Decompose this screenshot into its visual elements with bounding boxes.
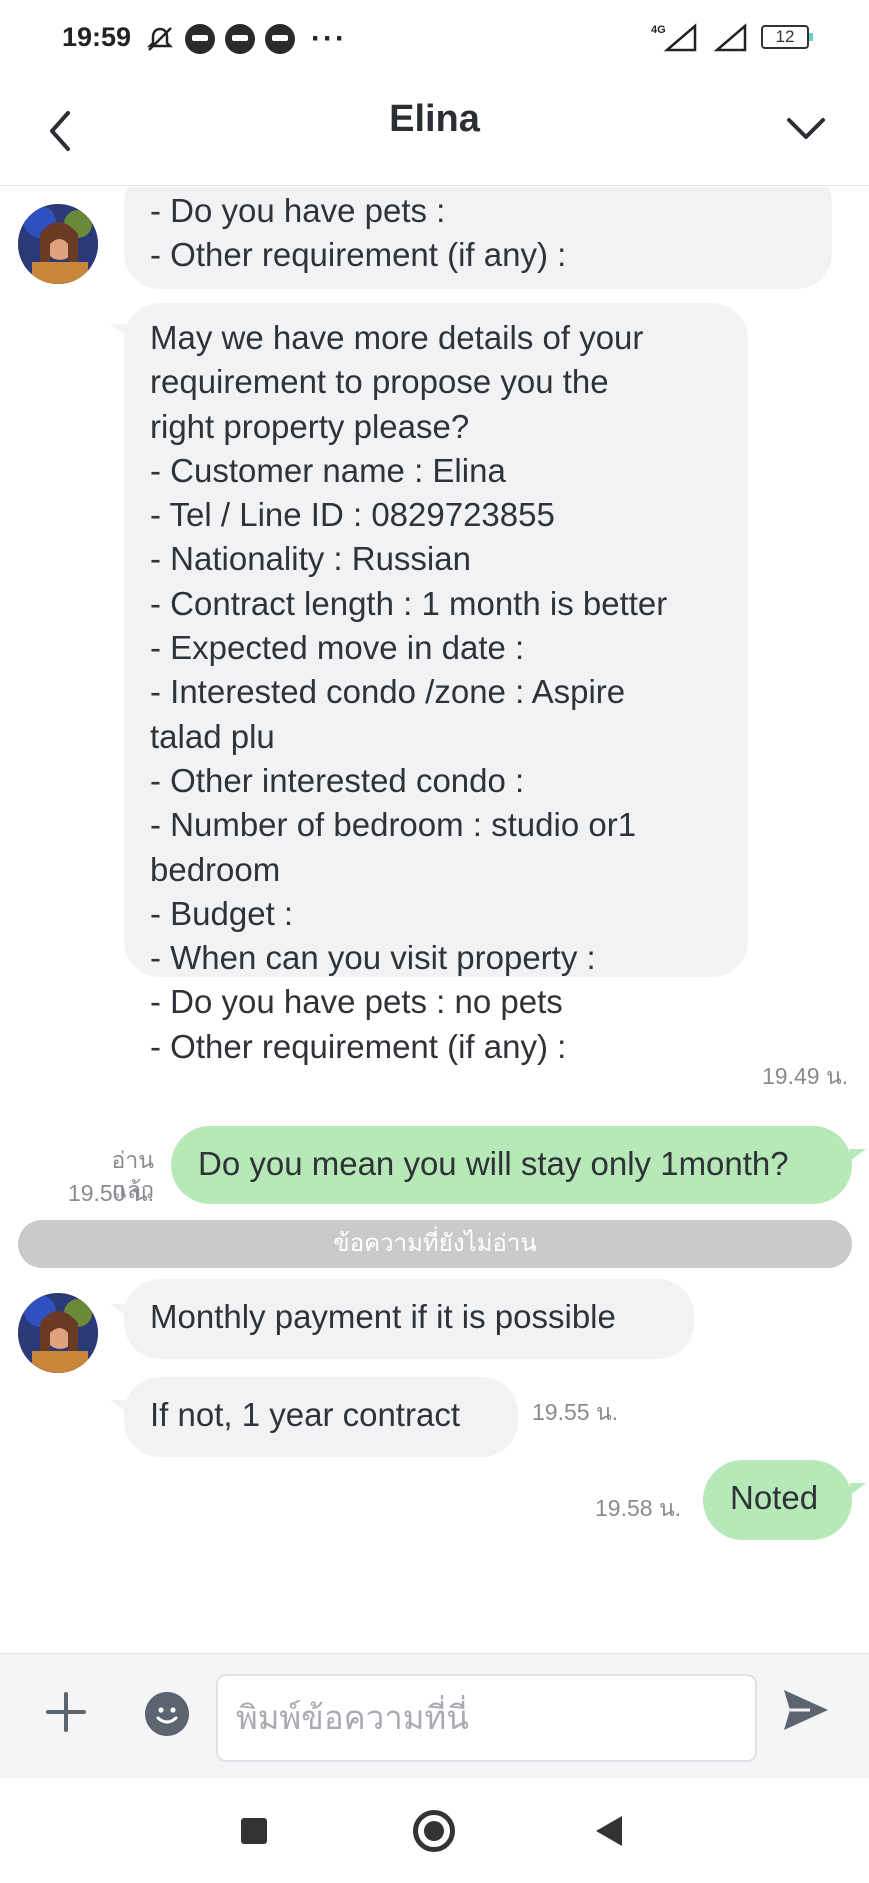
message-timestamp: 19.49 น. (762, 1063, 849, 1089)
message-composer (0, 1653, 869, 1778)
chat-header: Elina (0, 76, 869, 186)
status-bar: 19:59 ··· 4G 12 (0, 0, 869, 76)
bubble-tail (850, 1483, 866, 1495)
line-notification-icon (265, 24, 295, 54)
message-bubble-incoming[interactable]: If not, 1 year contract (124, 1377, 518, 1457)
message-timestamp: 19.50 น. (67, 1180, 154, 1206)
line-notification-icon (225, 24, 255, 54)
message-timestamp: 19.55 น. (532, 1399, 619, 1425)
signal-4g-icon: 4G (651, 23, 697, 52)
mute-icon (146, 27, 174, 51)
status-time: 19:59 (62, 22, 132, 52)
message-input[interactable] (216, 1674, 757, 1762)
message-bubble-outgoing[interactable]: Do you mean you will stay only 1month? (171, 1126, 852, 1204)
message-timestamp: 19.58 น. (595, 1495, 682, 1521)
more-notifications-icon: ··· (311, 22, 347, 55)
chat-messages[interactable]: - Do you have pets : - Other requirement… (0, 187, 869, 1653)
send-icon[interactable] (780, 1684, 832, 1736)
unread-divider: ข้อความที่ยังไม่อ่าน (18, 1220, 852, 1268)
message-bubble-outgoing[interactable]: Noted (703, 1460, 852, 1540)
avatar-image (18, 1293, 98, 1373)
back-button[interactable] (596, 1816, 622, 1846)
line-notification-icon (185, 24, 215, 54)
bubble-tail (850, 1149, 866, 1161)
status-notifications: ··· (145, 22, 347, 56)
battery-icon: 12 (761, 25, 813, 49)
emoji-icon[interactable] (145, 1692, 189, 1736)
recent-apps-button[interactable] (241, 1818, 267, 1844)
svg-text:4G: 4G (651, 24, 666, 36)
plus-icon[interactable] (42, 1688, 90, 1736)
chevron-down-icon[interactable] (781, 104, 831, 154)
avatar[interactable] (18, 1293, 98, 1373)
home-button[interactable] (413, 1810, 455, 1852)
message-bubble-incoming[interactable]: May we have more details of your require… (124, 303, 748, 1065)
system-nav-bar (0, 1778, 869, 1883)
chat-title[interactable]: Elina (0, 98, 869, 141)
message-bubble-incoming[interactable]: - Do you have pets : - Other requirement… (124, 187, 832, 289)
avatar[interactable] (18, 204, 98, 284)
status-system: 4G 12 (649, 22, 813, 52)
avatar-image (18, 204, 98, 284)
signal-icon (713, 23, 747, 52)
message-bubble-incoming[interactable]: Monthly payment if it is possible (124, 1279, 694, 1359)
